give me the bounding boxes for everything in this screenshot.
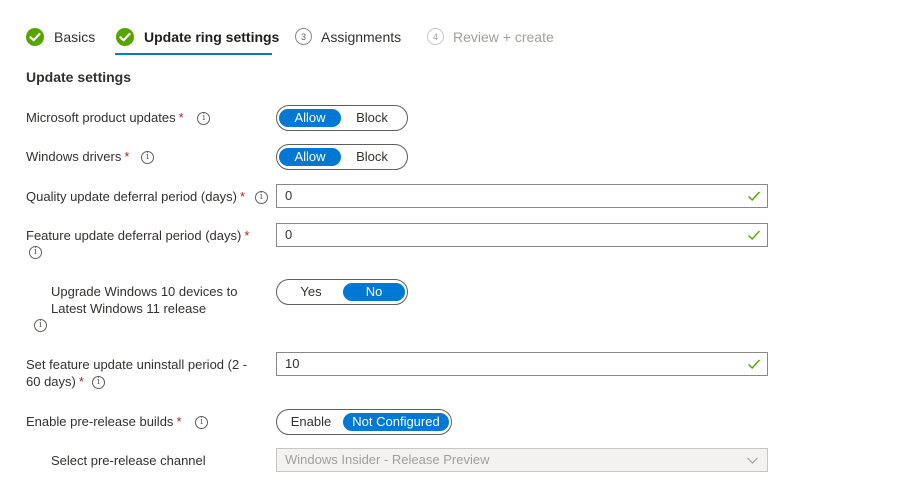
info-icon[interactable]: i <box>34 319 47 332</box>
quality-deferral-label: Quality update deferral period (days) * i <box>26 188 268 205</box>
enable-option[interactable]: Enable <box>279 413 343 431</box>
uninstall-period-input[interactable]: 10 <box>276 352 768 376</box>
step-label: Review + create <box>453 29 554 45</box>
step-label: Basics <box>54 29 96 45</box>
label-line-2-row: 60 days) * i <box>26 373 247 390</box>
label-text: Enable pre-release builds <box>26 414 174 429</box>
input-value: 10 <box>285 356 300 371</box>
upgrade-win11-toggle: Yes No <box>276 279 408 305</box>
wizard-steps: Basics Update ring settings 3 Assignment… <box>0 0 913 60</box>
info-icon[interactable]: i <box>141 151 155 165</box>
step-number-icon: 3 <box>295 28 312 45</box>
chevron-down-icon <box>747 457 758 464</box>
uninstall-period-label: Set feature update uninstall period (2 -… <box>26 356 247 390</box>
checkmark-icon <box>748 230 761 240</box>
label-text: Windows drivers <box>26 149 122 164</box>
checkmark-icon <box>748 359 761 369</box>
label-text: Feature update deferral period (days) <box>26 228 242 243</box>
block-option[interactable]: Block <box>341 148 403 166</box>
active-step-underline <box>115 53 272 55</box>
input-value: 0 <box>285 188 293 203</box>
step-update-ring-settings[interactable]: Update ring settings <box>115 26 279 56</box>
step-number-icon: 4 <box>427 28 444 45</box>
step-label: Update ring settings <box>144 29 280 45</box>
required-marker: * <box>78 374 84 389</box>
step-assignments[interactable]: 3 Assignments <box>295 26 401 56</box>
label-text: Quality update deferral period (days) <box>26 189 238 204</box>
label-line-2: Latest Windows 11 release <box>51 301 207 316</box>
required-marker: * <box>178 110 184 125</box>
info-icon[interactable]: i <box>197 112 211 126</box>
check-circle-icon <box>26 28 44 46</box>
checkmark-icon <box>748 191 761 201</box>
prerelease-builds-toggle: Enable Not Configured <box>276 409 452 435</box>
feature-deferral-input[interactable]: 0 <box>276 223 768 247</box>
windows-drivers-label: Windows drivers * i <box>26 148 155 165</box>
windows-drivers-toggle: Allow Block <box>276 144 408 170</box>
step-label: Assignments <box>321 29 402 45</box>
prerelease-channel-dropdown: Windows Insider - Release Preview <box>276 448 768 472</box>
required-marker: * <box>176 414 182 429</box>
upgrade-win11-label: Upgrade Windows 10 devices to Latest Win… <box>51 283 237 317</box>
label-line-1: Upgrade Windows 10 devices to <box>51 284 238 299</box>
quality-deferral-input[interactable]: 0 <box>276 184 768 208</box>
info-icon[interactable]: i <box>29 246 42 259</box>
info-icon[interactable]: i <box>195 416 209 430</box>
prerelease-channel-label: Select pre-release channel <box>51 453 206 468</box>
step-basics[interactable]: Basics <box>25 26 95 56</box>
required-marker: * <box>240 189 246 204</box>
step-review-create: 4 Review + create <box>427 26 554 56</box>
check-circle-icon <box>116 28 134 46</box>
allow-option[interactable]: Allow <box>279 148 341 166</box>
info-icon[interactable]: i <box>91 376 105 390</box>
block-option[interactable]: Block <box>341 109 403 127</box>
prerelease-builds-label: Enable pre-release builds * i <box>26 413 209 430</box>
section-title: Update settings <box>26 69 132 85</box>
required-marker: * <box>244 228 250 243</box>
not-configured-option[interactable]: Not Configured <box>343 413 449 431</box>
label-line-1: Set feature update uninstall period (2 - <box>26 357 248 372</box>
input-value: 0 <box>285 227 293 242</box>
no-option[interactable]: No <box>343 283 405 301</box>
yes-option[interactable]: Yes <box>279 283 343 301</box>
info-icon[interactable]: i <box>254 191 268 205</box>
label-text: Microsoft product updates <box>26 110 176 125</box>
allow-option[interactable]: Allow <box>279 109 341 127</box>
feature-deferral-label: Feature update deferral period (days) * <box>26 227 249 244</box>
label-line-2: 60 days) <box>26 374 76 389</box>
required-marker: * <box>124 149 130 164</box>
microsoft-product-updates-toggle: Allow Block <box>276 105 408 131</box>
dropdown-value: Windows Insider - Release Preview <box>285 452 490 467</box>
microsoft-product-updates-label: Microsoft product updates * i <box>26 109 211 126</box>
